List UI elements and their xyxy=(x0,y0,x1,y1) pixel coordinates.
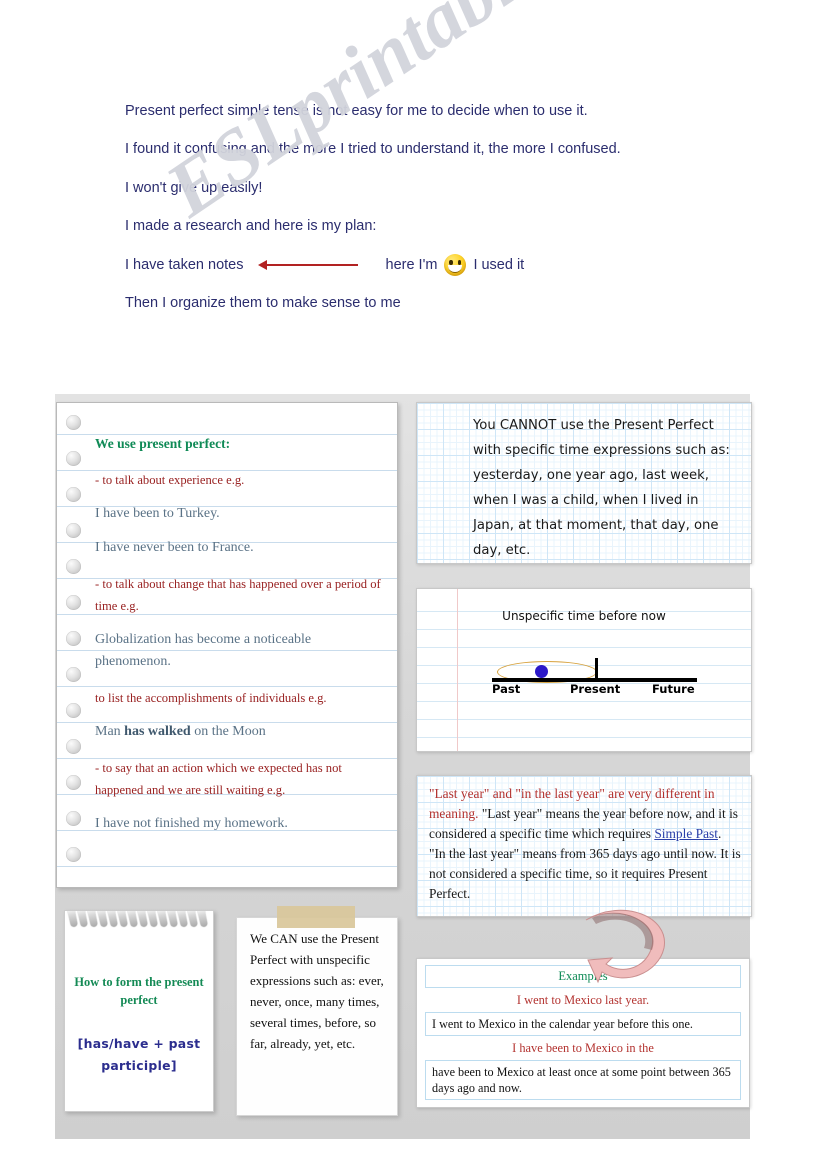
here-im-label: here I'm xyxy=(385,256,438,273)
timeline-label-present: Present xyxy=(570,682,621,696)
intro-line-1: Present perfect simple tense is not easy… xyxy=(125,103,588,119)
last-year-explanation-box: "Last year" and "in the last year" are v… xyxy=(416,775,752,917)
simple-past-link[interactable]: Simple Past xyxy=(654,826,718,841)
timeline-caption: Unspecific time before now xyxy=(502,609,666,623)
spiral-binding-icon xyxy=(66,911,209,931)
notepad-item: I have not finished my homework. xyxy=(95,816,288,831)
intro-line-4: I made a research and here is my plan: xyxy=(125,218,377,235)
example-answer-cell: have been to Mexico at least once at som… xyxy=(425,1060,741,1100)
notepad-item: Man has walked on the Moon xyxy=(95,724,266,739)
example-answer: have been to Mexico at least once at som… xyxy=(432,1065,731,1095)
intro-line-5: I have taken notes here I'm I used it xyxy=(125,254,715,277)
notepad-item: - to talk about experience e.g. xyxy=(95,473,245,487)
tape-strip-icon xyxy=(277,906,355,928)
timeline-diagram-box: Unspecific time before now Past Present … xyxy=(416,588,752,752)
main-notepad: We use present perfect: - to talk about e… xyxy=(56,402,398,888)
timeline-present-tick xyxy=(595,658,598,681)
timeline-label-future: Future xyxy=(652,682,695,696)
example-answer-cell: I went to Mexico in the calendar year be… xyxy=(425,1012,741,1036)
notepad-title: We use present perfect: xyxy=(95,436,231,451)
can-use-text: We CAN use the Present Perfect with unsp… xyxy=(250,931,384,1051)
timeline-graphic: Past Present Future xyxy=(492,655,697,696)
timeline-label-past: Past xyxy=(492,682,521,696)
examples-pairs: I went to Mexico last year. I went to Mex… xyxy=(425,993,741,1100)
intro-line-2: I found it confusing and the more I trie… xyxy=(125,141,621,158)
example-question: I went to Mexico last year. xyxy=(516,993,650,1007)
examples-heading-cell: Examples xyxy=(425,965,741,988)
notepad-punch-holes xyxy=(66,403,90,887)
notepad-item: Globalization has become a noticeable ph… xyxy=(95,632,312,669)
notepad-item: to list the accomplishments of individua… xyxy=(95,691,327,705)
examples-heading: Examples xyxy=(558,969,608,983)
notepad-content: We use present perfect: - to talk about e… xyxy=(95,413,389,837)
notepad-item: - to say that an action which we expecte… xyxy=(95,761,342,797)
notepad-item: I have been to Turkey. xyxy=(95,506,220,521)
cannot-use-box: You CANNOT use the Present Perfect with … xyxy=(416,402,752,564)
notepad-item: I have never been to France. xyxy=(95,540,254,555)
examples-box: Examples I went to Mexico last year. I we… xyxy=(416,958,750,1108)
red-left-arrow-icon xyxy=(257,258,358,272)
last-year-text: "Last year" and "in the last year" are v… xyxy=(429,784,741,904)
how-to-form-formula: [has/have + past participle] xyxy=(77,1036,201,1073)
can-use-sticky-note: We CAN use the Present Perfect with unsp… xyxy=(236,906,398,1116)
cannot-use-text: You CANNOT use the Present Perfect with … xyxy=(473,418,730,558)
timeline-event-dot-icon xyxy=(535,665,548,678)
example-question: I have been to Mexico in the xyxy=(512,1041,654,1055)
intro-block: Present perfect simple tense is not easy… xyxy=(125,100,715,331)
notepad-item: - to talk about change that has happened… xyxy=(95,577,381,613)
example-answer: I went to Mexico in the calendar year be… xyxy=(432,1017,693,1031)
how-to-form-title: How to form the present perfect xyxy=(74,975,204,1007)
intro-line-6: Then I organize them to make sense to me xyxy=(125,295,401,312)
taken-notes-label: I have taken notes xyxy=(125,256,244,273)
smiley-face-icon xyxy=(444,254,467,277)
i-used-it-label: I used it xyxy=(473,256,525,273)
intro-line-3: I won't give up easily! xyxy=(125,179,263,196)
how-to-form-notepad: How to form the present perfect [has/hav… xyxy=(64,910,214,1112)
